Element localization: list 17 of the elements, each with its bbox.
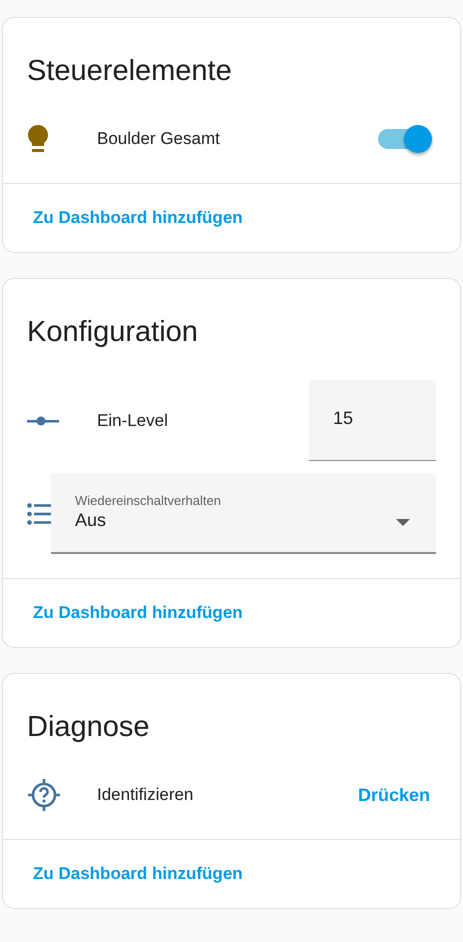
number-field[interactable]: 15 [309, 380, 436, 461]
add-to-dashboard-link[interactable]: Zu Dashboard hinzufügen [33, 208, 243, 227]
select-field[interactable]: Wiedereinschaltverhalten Aus [51, 473, 436, 554]
card-title: Steuerelemente [26, 54, 233, 89]
add-to-dashboard-link[interactable]: Zu Dashboard hinzufügen [33, 864, 243, 883]
card-title: Diagnose [26, 710, 151, 745]
entity-name: Boulder Gesamt [97, 129, 221, 149]
question-crosshair-icon [27, 778, 61, 812]
add-to-dashboard-link[interactable]: Zu Dashboard hinzufügen [33, 603, 243, 622]
slider-icon [27, 416, 59, 426]
card-title: Konfiguration [26, 315, 199, 350]
entity-name: Identifizieren [97, 785, 194, 805]
toggle-switch[interactable] [376, 123, 434, 155]
press-button[interactable]: Drücken [358, 784, 430, 806]
lightbulb-icon [27, 124, 49, 154]
entity-name: Ein-Level [97, 410, 169, 430]
dropdown-caret-icon [396, 519, 410, 526]
